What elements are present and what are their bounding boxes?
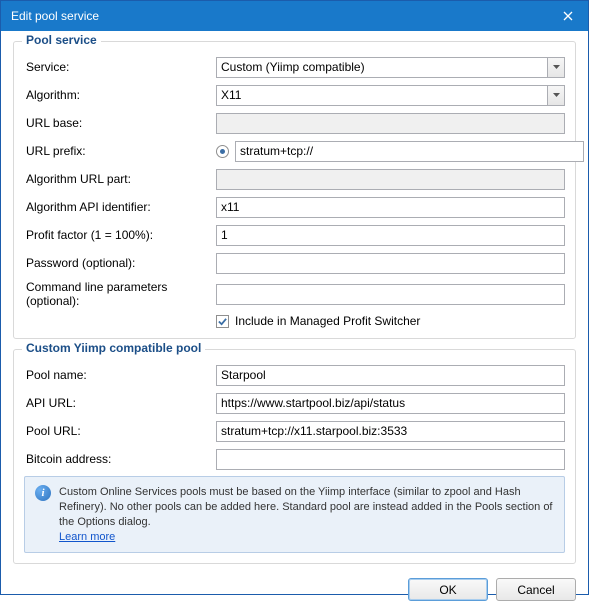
- url-base-input: [216, 113, 565, 134]
- algo-api-id-input[interactable]: [216, 197, 565, 218]
- cancel-button[interactable]: Cancel: [496, 578, 576, 601]
- custom-pool-group: Custom Yiimp compatible pool Pool name: …: [13, 349, 576, 564]
- ok-button[interactable]: OK: [408, 578, 488, 601]
- service-value: Custom (Yiimp compatible): [216, 57, 548, 78]
- url-prefix-input-1[interactable]: [235, 141, 584, 162]
- bitcoin-addr-label: Bitcoin address:: [24, 452, 216, 466]
- password-label: Password (optional):: [24, 256, 216, 270]
- profit-factor-input[interactable]: [216, 225, 565, 246]
- profit-factor-label: Profit factor (1 = 100%):: [24, 228, 216, 242]
- algo-url-part-input: [216, 169, 565, 190]
- pool-service-title: Pool service: [22, 33, 101, 47]
- chevron-down-icon: [553, 65, 560, 69]
- bitcoin-addr-input[interactable]: [216, 449, 565, 470]
- api-url-label: API URL:: [24, 396, 216, 410]
- pool-service-group: Pool service Service: Custom (Yiimp comp…: [13, 41, 576, 339]
- dialog-content: Pool service Service: Custom (Yiimp comp…: [1, 31, 588, 613]
- custom-pool-title: Custom Yiimp compatible pool: [22, 341, 205, 355]
- pool-name-label: Pool name:: [24, 368, 216, 382]
- dialog-buttons: OK Cancel: [13, 574, 576, 601]
- algorithm-dropdown[interactable]: X11: [216, 85, 565, 106]
- close-button[interactable]: [548, 1, 588, 31]
- service-dropdown[interactable]: Custom (Yiimp compatible): [216, 57, 565, 78]
- close-icon: [563, 11, 573, 21]
- info-box: i Custom Online Services pools must be b…: [24, 476, 565, 553]
- info-icon: i: [35, 485, 51, 501]
- algorithm-value: X11: [216, 85, 548, 106]
- url-base-label: URL base:: [24, 116, 216, 130]
- service-label: Service:: [24, 60, 216, 74]
- cmd-params-label: Command line parameters (optional):: [24, 280, 216, 308]
- include-switcher-checkbox[interactable]: [216, 315, 229, 328]
- url-prefix-label: URL prefix:: [24, 144, 216, 158]
- pool-name-input[interactable]: [216, 365, 565, 386]
- algo-url-part-label: Algorithm URL part:: [24, 172, 216, 186]
- include-switcher-label: Include in Managed Profit Switcher: [235, 314, 420, 328]
- algorithm-dropdown-button[interactable]: [548, 85, 565, 106]
- password-input[interactable]: [216, 253, 565, 274]
- cmd-params-input[interactable]: [216, 284, 565, 305]
- pool-url-input[interactable]: [216, 421, 565, 442]
- pool-url-label: Pool URL:: [24, 424, 216, 438]
- info-message: Custom Online Services pools must be bas…: [59, 486, 553, 528]
- service-dropdown-button[interactable]: [548, 57, 565, 78]
- algorithm-label: Algorithm:: [24, 88, 216, 102]
- chevron-down-icon: [553, 93, 560, 97]
- titlebar: Edit pool service: [1, 1, 588, 31]
- url-prefix-radio-1[interactable]: [216, 145, 229, 158]
- info-text: Custom Online Services pools must be bas…: [59, 485, 554, 544]
- algo-api-id-label: Algorithm API identifier:: [24, 200, 216, 214]
- learn-more-link[interactable]: Learn more: [59, 531, 115, 543]
- window-title: Edit pool service: [11, 9, 548, 23]
- api-url-input[interactable]: [216, 393, 565, 414]
